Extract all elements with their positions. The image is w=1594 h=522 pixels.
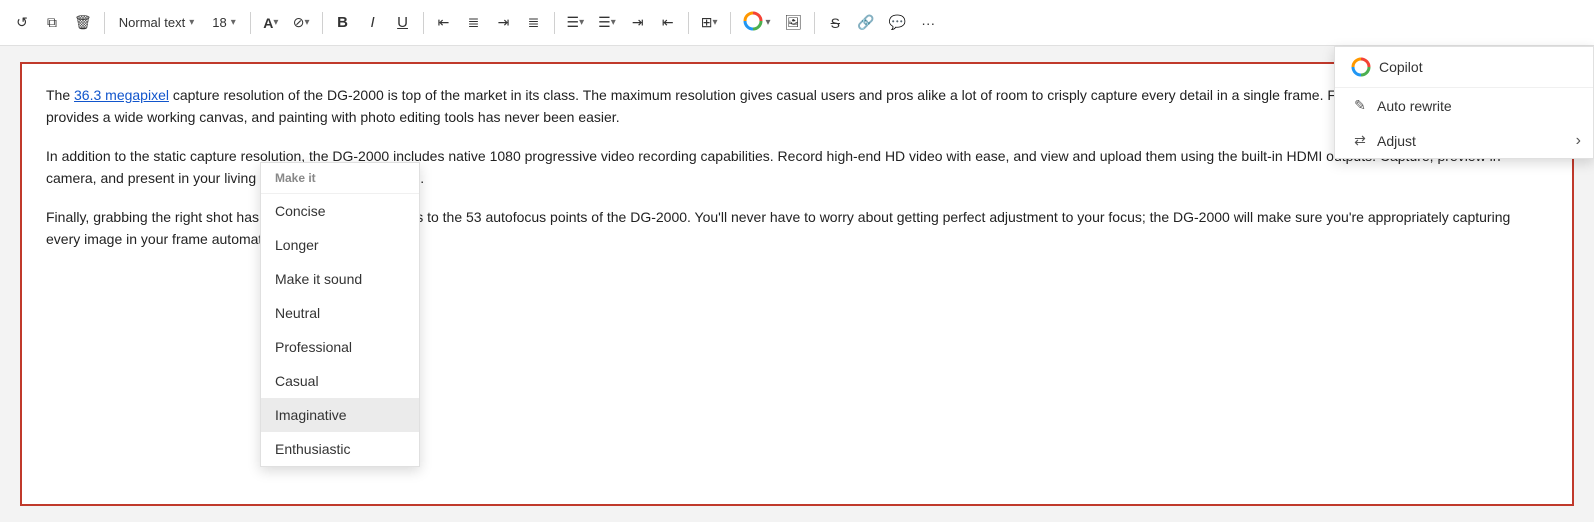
copy-button[interactable]: ⧉ [38, 7, 66, 39]
copy-icon: ⧉ [47, 14, 57, 31]
font-size-dropdown[interactable]: 18 ▾ [204, 7, 244, 39]
align-right-icon: ⇥ [498, 14, 510, 31]
submenu-item-neutral[interactable]: Neutral [261, 296, 419, 330]
style-label: Normal text [119, 15, 185, 30]
megapixel-link[interactable]: 36.3 megapixel [74, 87, 169, 103]
text-color-icon: A [263, 15, 273, 31]
more-icon: ··· [921, 15, 935, 31]
divider-6 [688, 12, 689, 34]
concise-label: Concise [275, 203, 326, 219]
submenu-item-professional[interactable]: Professional [261, 330, 419, 364]
divider-8 [814, 12, 815, 34]
align-left-button[interactable]: ⇤ [430, 7, 458, 39]
italic-button[interactable]: I [359, 7, 387, 39]
copilot-header-icon [1351, 57, 1371, 77]
divider-2 [250, 12, 251, 34]
undo-icon: ↺ [16, 14, 28, 31]
divider-3 [322, 12, 323, 34]
divider-1 [104, 12, 105, 34]
strikethrough-button[interactable]: S [821, 7, 849, 39]
align-left-icon: ⇤ [438, 14, 450, 31]
copilot-chevron-icon: ▾ [766, 17, 771, 28]
divider-4 [423, 12, 424, 34]
numbered-list-chevron-icon: ▾ [611, 17, 616, 28]
numbered-list-icon: ☰ [598, 14, 611, 31]
link-icon: 🔗 [857, 14, 874, 31]
copilot-color-icon [743, 11, 763, 34]
casual-label: Casual [275, 373, 319, 389]
trash-icon: 🗑 [74, 14, 92, 31]
auto-rewrite-item[interactable]: ✎ Auto rewrite [1335, 88, 1593, 123]
neutral-label: Neutral [275, 305, 320, 321]
align-center-button[interactable]: ≣ [460, 7, 488, 39]
bullet-list-button[interactable]: ☰ ▾ [561, 7, 591, 39]
image-button[interactable]: 🖼 [779, 7, 809, 39]
professional-label: Professional [275, 339, 352, 355]
auto-rewrite-icon: ✎ [1351, 97, 1369, 114]
highlight-button[interactable]: ⊘ ▾ [287, 7, 316, 39]
link-button[interactable]: 🔗 [851, 7, 880, 39]
paragraph-1: The 36.3 megapixel capture resolution of… [46, 84, 1548, 129]
italic-icon: I [370, 14, 374, 31]
font-size-label: 18 [212, 15, 226, 30]
strikethrough-icon: S [831, 15, 840, 31]
adjust-item[interactable]: ⇄ Adjust [1335, 123, 1593, 158]
underline-icon: U [397, 14, 408, 31]
submenu-header: Make it [261, 163, 419, 194]
auto-rewrite-label: Auto rewrite [1377, 98, 1452, 114]
copilot-dropdown-panel: Copilot ✎ Auto rewrite ⇄ Adjust [1334, 46, 1594, 159]
comment-button[interactable]: 💬 [883, 7, 912, 39]
delete-button[interactable]: 🗑 [68, 7, 98, 39]
undo-button[interactable]: ↺ [8, 7, 36, 39]
font-size-chevron-icon: ▾ [231, 17, 236, 28]
numbered-list-button[interactable]: ☰ ▾ [592, 7, 622, 39]
comment-icon: 💬 [889, 14, 906, 31]
text-color-button[interactable]: A ▾ [257, 7, 285, 39]
divider-5 [554, 12, 555, 34]
bullet-list-icon: ☰ [567, 14, 580, 31]
align-right-button[interactable]: ⇥ [490, 7, 518, 39]
text-color-chevron-icon: ▾ [273, 17, 278, 28]
submenu-item-enthusiastic[interactable]: Enthusiastic [261, 432, 419, 466]
submenu-item-casual[interactable]: Casual [261, 364, 419, 398]
bold-icon: B [337, 14, 348, 31]
style-chevron-icon: ▾ [189, 17, 194, 28]
underline-button[interactable]: U [389, 7, 417, 39]
submenu-item-make-it-sound[interactable]: Make it sound [261, 262, 419, 296]
enthusiastic-label: Enthusiastic [275, 441, 350, 457]
table-chevron-icon: ▾ [712, 17, 717, 28]
indent-increase-icon: ⇥ [632, 14, 644, 31]
copilot-header: Copilot [1335, 47, 1593, 88]
indent-decrease-button[interactable]: ⇤ [654, 7, 682, 39]
longer-label: Longer [275, 237, 319, 253]
indent-decrease-icon: ⇤ [662, 14, 674, 31]
highlight-chevron-icon: ▾ [305, 17, 310, 28]
divider-7 [730, 12, 731, 34]
more-button[interactable]: ··· [914, 7, 942, 39]
adjust-icon: ⇄ [1351, 132, 1369, 149]
toolbar: ↺ ⧉ 🗑 Normal text ▾ 18 ▾ A ▾ ⊘ ▾ B I U ⇤… [0, 0, 1594, 46]
highlight-icon: ⊘ [293, 14, 305, 31]
align-justify-icon: ≣ [528, 14, 540, 31]
imaginative-label: Imaginative [275, 407, 347, 423]
submenu-panel: Make it Concise Longer Make it sound Neu… [260, 162, 420, 467]
adjust-label: Adjust [1377, 133, 1416, 149]
table-icon: ⊞ [701, 14, 713, 31]
copilot-title: Copilot [1379, 59, 1423, 75]
make-it-sound-label: Make it sound [275, 271, 362, 287]
align-center-icon: ≣ [468, 14, 480, 31]
table-button[interactable]: ⊞ ▾ [695, 7, 724, 39]
submenu-item-imaginative[interactable]: Imaginative [261, 398, 419, 432]
image-icon: 🖼 [785, 14, 803, 31]
bold-button[interactable]: B [329, 7, 357, 39]
copilot-toolbar-button[interactable]: ▾ [737, 7, 777, 39]
submenu-item-concise[interactable]: Concise [261, 194, 419, 228]
bullet-list-chevron-icon: ▾ [579, 17, 584, 28]
main-area: The 36.3 megapixel capture resolution of… [0, 46, 1594, 522]
style-dropdown[interactable]: Normal text ▾ [111, 7, 203, 39]
align-justify-button[interactable]: ≣ [520, 7, 548, 39]
submenu-item-longer[interactable]: Longer [261, 228, 419, 262]
indent-increase-button[interactable]: ⇥ [624, 7, 652, 39]
